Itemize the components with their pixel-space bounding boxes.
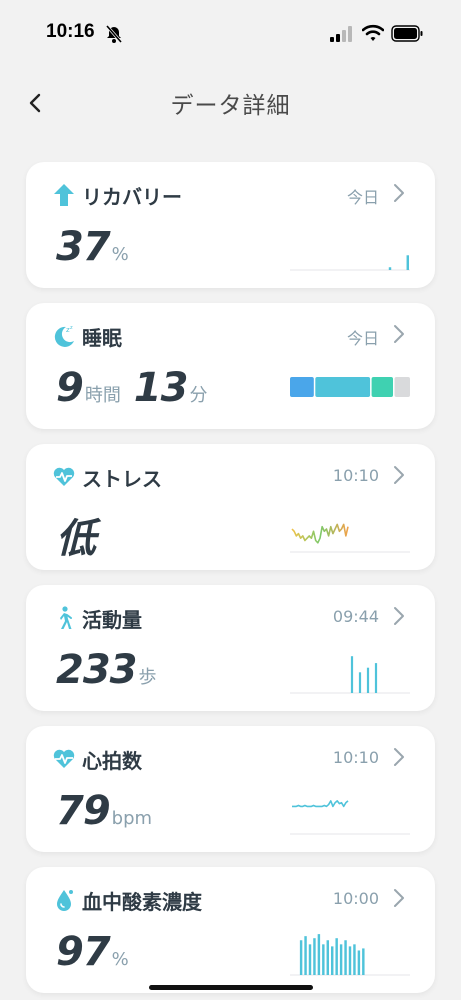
chart-bar [362, 948, 365, 975]
chart-bar [322, 944, 325, 975]
activity-unit: 歩 [138, 667, 157, 688]
svg-text:z: z [70, 325, 73, 331]
chevron-right-icon [394, 889, 404, 907]
activity-chart [290, 656, 410, 694]
chart-bar [388, 267, 392, 270]
card-title: 睡眠 [82, 326, 122, 350]
moon-icon: z z [54, 325, 74, 347]
sleep-minutes-unit: 分 [189, 385, 208, 406]
recovery-card[interactable]: リカバリー 今日 37% [26, 162, 435, 288]
heart-pulse-icon [53, 467, 75, 486]
recovery-number: 37 [56, 224, 111, 270]
card-title: 心拍数 [82, 749, 142, 773]
status-time: 10:16 [46, 21, 95, 42]
bell-muted-icon [105, 25, 123, 43]
card-title: 血中酸素濃度 [82, 890, 202, 914]
sleep-stage-rem [371, 377, 394, 397]
sleep-card[interactable]: z z 睡眠 今日 9 時間 13 分 [26, 303, 435, 429]
chart-bar [357, 950, 361, 975]
chart-bar [374, 663, 378, 693]
heart-rate-number: 79 [56, 788, 111, 834]
chart-bar [335, 938, 338, 975]
stress-value: 低 [56, 506, 96, 564]
chevron-right-icon [394, 748, 404, 766]
chevron-right-icon [394, 607, 404, 625]
sleep-hours: 9 [56, 365, 84, 411]
card-title: 活動量 [82, 608, 142, 632]
heart-rate-unit: bpm [111, 808, 153, 829]
stress-card[interactable]: ストレス 10:10 低 [26, 444, 435, 570]
chart-series-line [291, 523, 349, 544]
sleep-stages-bar [290, 377, 410, 397]
sleep-minutes: 13 [133, 365, 189, 411]
chart-bar [308, 944, 312, 975]
up-arrow-icon [54, 184, 74, 206]
sleep-stage-awake [394, 377, 410, 397]
chart-bar [344, 940, 347, 975]
chart-bar [350, 656, 354, 693]
chart-bar [304, 936, 307, 975]
card-time: 今日 [346, 329, 379, 348]
card-time: 今日 [346, 188, 379, 207]
chart-bar [299, 940, 303, 975]
chart-bar [339, 944, 343, 975]
heart-rate-icon [53, 749, 75, 768]
chart-bar [348, 946, 352, 975]
chart-series-line [292, 800, 349, 808]
battery-icon [391, 25, 423, 42]
card-time: 10:10 [332, 748, 379, 767]
spo2-unit: % [111, 949, 129, 970]
chart-bar [326, 940, 329, 975]
recovery-chart [290, 255, 410, 271]
activity-value: 233 歩 [56, 647, 157, 693]
chart-bar [366, 667, 370, 693]
card-time: 10:00 [332, 889, 379, 908]
chevron-right-icon [394, 184, 404, 202]
activity-steps: 233 [56, 647, 137, 693]
heart-rate-chart [290, 800, 410, 835]
sleep-stage-deep [290, 377, 314, 397]
page-title: データ詳細 [170, 93, 291, 119]
chart-bar [313, 938, 316, 975]
chart-bar [331, 946, 334, 975]
stress-chart [290, 523, 410, 553]
sleep-value: 9 時間 13 分 [56, 365, 207, 411]
status-bar: 10:16 [0, 0, 461, 64]
chart-bar [406, 255, 409, 270]
heart-rate-value: 79 bpm [56, 788, 152, 834]
activity-card[interactable]: 活動量 09:44 233 歩 [26, 585, 435, 711]
card-title: ストレス [82, 467, 162, 491]
recovery-unit: % [111, 244, 129, 265]
chart-bar [358, 672, 362, 693]
card-time: 09:44 [332, 607, 379, 626]
card-title: リカバリー [82, 185, 182, 209]
chevron-right-icon [394, 325, 404, 343]
home-indicator [149, 985, 313, 990]
spo2-chart [290, 934, 410, 976]
cellular-signal-icon [330, 26, 352, 42]
recovery-value: 37% [56, 224, 129, 270]
stress-level: 低 [56, 516, 96, 562]
chart-bar [317, 934, 321, 975]
water-drop-icon [57, 890, 73, 911]
spo2-card[interactable]: 血中酸素濃度 10:00 97% [26, 867, 435, 993]
walking-icon [60, 606, 72, 629]
chevron-right-icon [394, 466, 404, 484]
sleep-stage-light [315, 377, 371, 397]
heart-rate-card[interactable]: 心拍数 10:10 79 bpm [26, 726, 435, 852]
sleep-hours-unit: 時間 [84, 385, 121, 406]
card-time: 10:10 [332, 466, 379, 485]
wifi-icon [362, 24, 384, 41]
spo2-value: 97% [56, 929, 129, 975]
spo2-number: 97 [56, 929, 111, 975]
chart-bar [353, 944, 356, 975]
